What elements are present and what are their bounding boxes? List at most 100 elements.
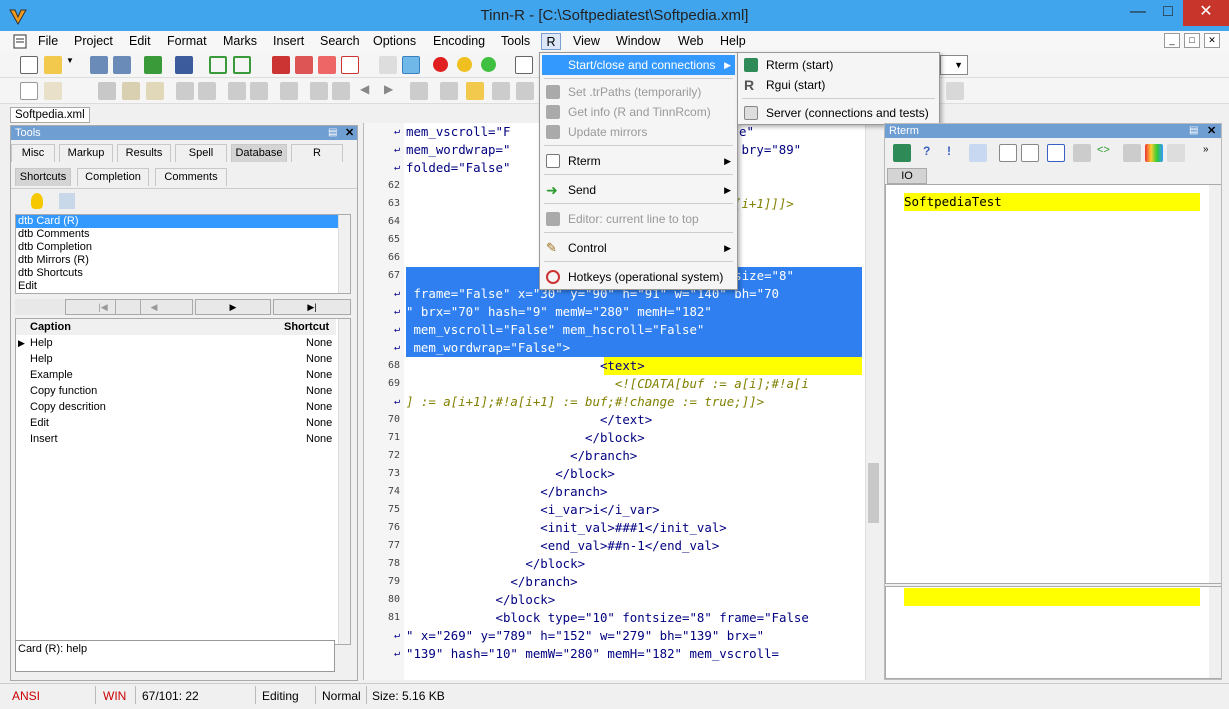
list-item[interactable]: dtb Comments [16,228,350,241]
menu-r[interactable]: R [541,33,561,50]
list-item[interactable]: dtb Mirrors (R) [16,254,350,267]
unindent-icon[interactable] [198,82,216,100]
rterm-input-scrollbar[interactable] [1209,587,1221,678]
card-text-box[interactable]: Card (R): help [15,640,335,672]
menu-file[interactable]: File [36,33,60,50]
wand-icon[interactable] [1123,144,1141,162]
table-row[interactable]: Insert None [16,431,336,447]
tree2-icon[interactable] [440,82,458,100]
mdi-close-icon[interactable]: ✕ [1204,33,1220,48]
memory-icon[interactable] [969,144,987,162]
list-scrollbar[interactable] [338,215,350,293]
tab-spell[interactable]: Spell [175,144,227,162]
submenu-rgui-start[interactable]: R Rgui (start) [740,75,937,95]
line-icon[interactable] [280,82,298,100]
caption-header[interactable]: Caption [30,319,71,335]
nav-prev-icon[interactable]: ◀ [115,299,193,315]
more-icon[interactable]: » [1203,144,1221,162]
menu-search[interactable]: Search [318,33,362,50]
menu-item-hotkeys[interactable]: Hotkeys (operational system) [542,267,735,287]
pin-icon[interactable]: ▤ [328,126,337,140]
list-icon[interactable] [1073,144,1091,162]
wrap-icon[interactable] [402,56,420,74]
menu-edit[interactable]: Edit [127,33,153,50]
toolbar-combo-dropdown[interactable]: ▼ [940,55,968,75]
tab-io[interactable]: IO [887,168,927,184]
page-search-icon[interactable] [1021,144,1039,162]
rterm-output[interactable]: SoftpediaTest [885,184,1221,584]
yellow-dot-icon[interactable] [457,57,472,72]
help-icon[interactable]: ? [923,144,941,162]
menu-item-control[interactable]: ✎ Control ▶ [542,238,735,258]
menu-item-editor-top[interactable]: Editor: current line to top [542,209,735,229]
spell-icon[interactable] [318,56,336,74]
move-up-icon[interactable] [310,82,328,100]
table-row[interactable]: Example None [16,367,336,383]
maximize-icon[interactable]: □ [1153,0,1183,26]
folder-icon[interactable] [466,82,484,100]
table-row[interactable]: Edit None [16,415,336,431]
menu-project[interactable]: Project [72,33,115,50]
rterm-scrollbar[interactable] [1209,185,1221,583]
nav-last-icon[interactable]: ▶| [273,299,351,315]
rterm-input[interactable] [885,586,1221,679]
shortcut-header[interactable]: Shortcut [284,319,329,335]
move-down-icon[interactable] [332,82,350,100]
tab-database[interactable]: Database [231,144,287,162]
menu-item-start-close[interactable]: Start/close and connections ▶ [542,55,735,75]
window-icon[interactable] [1047,144,1065,162]
list-item[interactable]: dtb Card (R) [16,215,350,228]
open-folder-icon[interactable] [44,56,62,74]
page-icon[interactable] [999,144,1017,162]
menu-item-rterm[interactable]: Rterm ▶ [542,151,735,171]
alert-icon[interactable]: ! [947,144,965,162]
menu-item-get-info[interactable]: Get info (R and TinnRcom) [542,102,735,122]
close-icon[interactable]: ✕ [1183,0,1229,26]
tab-r[interactable]: R [291,144,343,162]
home-icon[interactable] [516,82,534,100]
back-icon[interactable]: ◀ [360,82,378,100]
menu-help[interactable]: Help [718,33,748,50]
menu-format[interactable]: Format [165,33,209,50]
copy-format-icon[interactable] [122,82,140,100]
panel-close-icon[interactable]: ✕ [345,126,354,140]
grid-scrollbar[interactable] [338,319,350,644]
list-item[interactable]: dtb Completion [16,241,350,254]
panel-close-icon[interactable]: ✕ [1207,124,1216,138]
tab-misc[interactable]: Misc [11,144,55,162]
replace-icon[interactable] [295,56,313,74]
table-row[interactable]: Copy descrition None [16,399,336,415]
list-item[interactable]: dtb Shortcuts [16,267,350,280]
menu-window[interactable]: Window [614,33,662,50]
menu-item-send[interactable]: ➜ Send ▶ [542,180,735,200]
menu-tools[interactable]: Tools [499,33,532,50]
menu-marks[interactable]: Marks [221,33,259,50]
attach-icon[interactable] [379,56,397,74]
menu-options[interactable]: Options [371,33,418,50]
redo-icon[interactable] [233,56,251,74]
copy-icon[interactable] [20,82,38,100]
menu-view[interactable]: View [571,33,602,50]
document-tab[interactable]: Softpedia.xml [10,107,90,123]
edit-db-icon[interactable] [59,193,75,209]
subtab-comments[interactable]: Comments [155,168,227,186]
tree-icon[interactable] [410,82,428,100]
menu-encoding[interactable]: Encoding [431,33,487,50]
lightbulb-icon[interactable] [31,193,43,209]
find-icon[interactable] [272,56,290,74]
table-row[interactable]: ▶ Help None [16,335,336,351]
tab-markup[interactable]: Markup [59,144,113,162]
table-row[interactable]: Help None [16,351,336,367]
save-icon[interactable] [90,56,108,74]
cut-icon[interactable] [98,82,116,100]
nav-next-icon[interactable]: ▶ [195,299,271,315]
menu-insert[interactable]: Insert [271,33,306,50]
undo-icon[interactable] [209,56,227,74]
subtab-completion[interactable]: Completion [77,168,149,186]
new-file-icon[interactable] [20,56,38,74]
uncomment-icon[interactable] [250,82,268,100]
editor-scroll-thumb[interactable] [868,463,879,523]
send-icon[interactable] [1167,144,1185,162]
paste-icon[interactable] [146,82,164,100]
red-dot-icon[interactable] [433,57,448,72]
